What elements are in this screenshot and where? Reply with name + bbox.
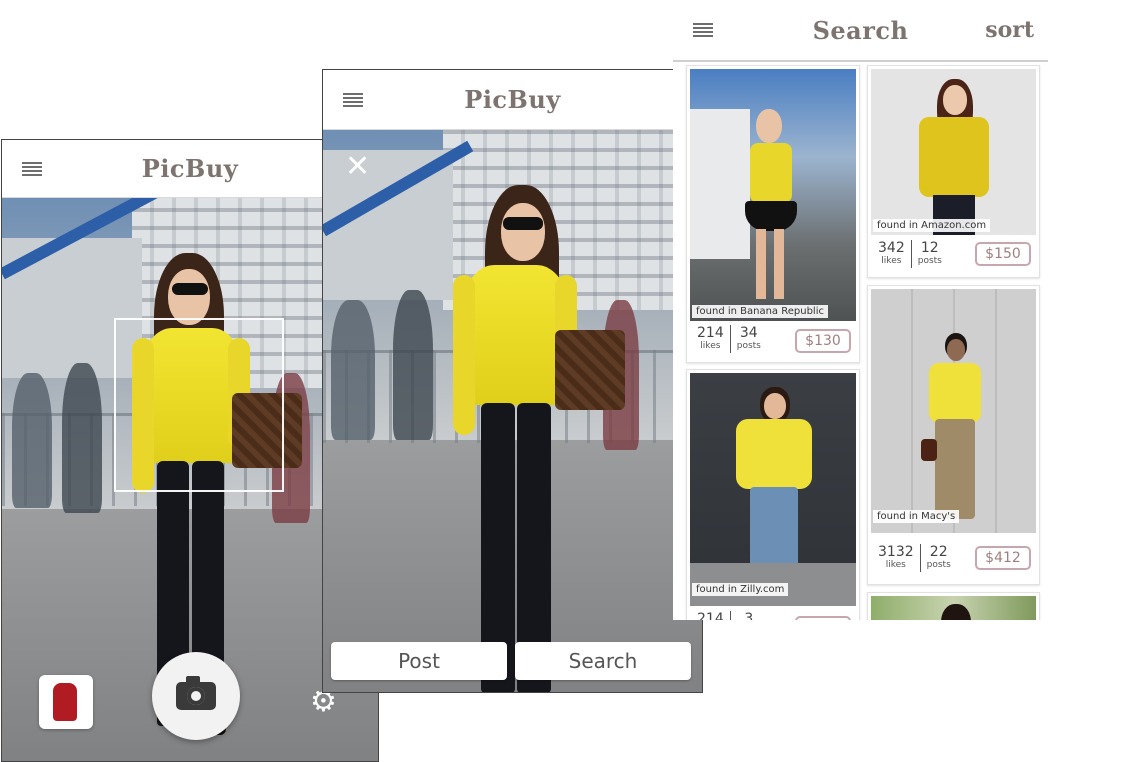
found-in-label: found in Amazon.com <box>873 219 991 232</box>
post-button[interactable]: Post <box>331 642 507 680</box>
hamburger-icon[interactable] <box>693 23 713 37</box>
result-photo: found in Macy's <box>871 289 1036 533</box>
likes-label: likes <box>700 341 721 351</box>
posts-label: posts <box>917 256 942 266</box>
result-card[interactable]: found in Zilly.com 214likes 3posts <box>686 369 860 620</box>
result-photo: found in Banana Republic <box>690 69 856 321</box>
last-item-thumbnail[interactable] <box>39 675 93 729</box>
focus-selection-box[interactable] <box>114 318 284 492</box>
result-card[interactable]: found in Amazon.com 342 likes 12 posts $15… <box>867 65 1040 278</box>
likes-label: likes <box>881 256 902 266</box>
camera-icon <box>176 676 216 710</box>
woman-figure <box>453 185 625 692</box>
price-button[interactable]: $412 <box>975 546 1031 570</box>
result-photo: found in Amazon.com <box>871 69 1036 235</box>
posts-count: 12 <box>920 240 939 256</box>
capture-button[interactable] <box>152 652 240 740</box>
result-photo <box>871 596 1036 620</box>
posts-count: 34 <box>739 325 758 341</box>
result-card[interactable] <box>867 592 1040 620</box>
results-screen: Search sort found in Banana Republic 214… <box>673 0 1048 620</box>
likes-count: 214 <box>697 611 724 620</box>
posts-label: posts <box>926 560 951 570</box>
search-button[interactable]: Search <box>515 642 691 680</box>
posts-count: 22 <box>929 544 948 560</box>
hamburger-icon[interactable] <box>343 93 363 107</box>
found-in-label: found in Banana Republic <box>692 305 828 318</box>
crop-screen: PicBuy ✕ Post Search <box>322 69 703 693</box>
likes-label: likes <box>885 560 906 570</box>
price-button[interactable]: $130 <box>795 329 851 353</box>
posts-label: posts <box>736 341 761 351</box>
price-button[interactable] <box>795 616 851 620</box>
crop-header: PicBuy <box>323 70 702 130</box>
hamburger-icon[interactable] <box>22 162 42 176</box>
result-card[interactable]: found in Macy's 3132 likes 22 posts $412 <box>867 285 1040 585</box>
result-card[interactable]: found in Banana Republic 214 likes 34 post… <box>686 65 860 363</box>
found-in-label: found in Macy's <box>873 510 960 523</box>
likes-count: 3132 <box>878 544 914 560</box>
app-title: PicBuy <box>141 154 239 183</box>
result-photo: found in Zilly.com <box>690 373 856 606</box>
likes-count: 342 <box>878 240 905 256</box>
selected-photo <box>323 130 702 692</box>
price-button[interactable]: $150 <box>975 242 1031 266</box>
posts-count: 3 <box>744 611 754 620</box>
red-coat-thumbnail <box>53 683 77 721</box>
sort-button[interactable]: sort <box>985 17 1034 43</box>
close-icon[interactable]: ✕ <box>345 152 370 182</box>
results-header: Search sort <box>673 0 1048 62</box>
likes-count: 214 <box>697 325 724 341</box>
found-in-label: found in Zilly.com <box>692 583 789 596</box>
results-title: Search <box>812 15 909 45</box>
app-title: PicBuy <box>464 85 561 114</box>
